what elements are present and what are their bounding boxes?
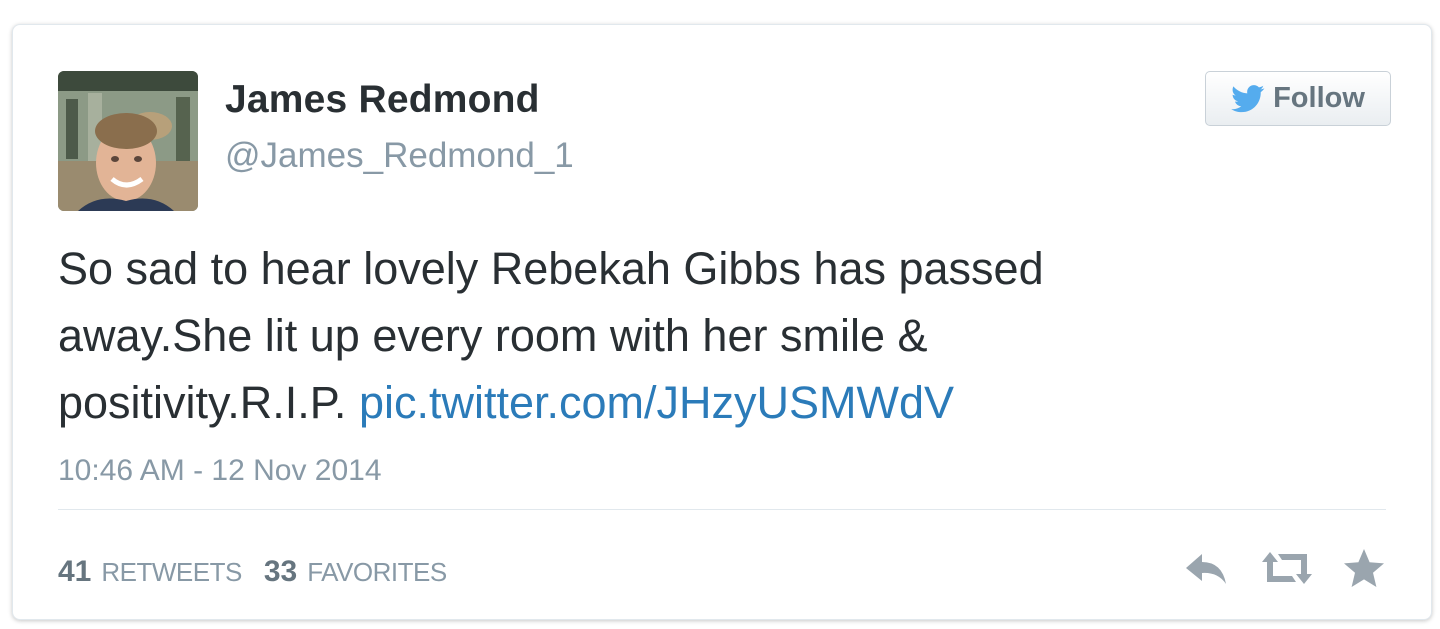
favorites-count: 33 <box>263 555 298 588</box>
author-handle[interactable]: @James_Redmond_1 <box>225 136 574 176</box>
author-name[interactable]: James Redmond <box>225 78 540 122</box>
favorites-stat[interactable]: 33 FAVORITES <box>264 555 447 589</box>
tweet-text-line-last: positivity.R.I.P. pic.twitter.com/JHzyUS… <box>58 369 1208 436</box>
retweets-count: 41 <box>58 555 92 588</box>
tweet-stats: 41 RETWEETS 33 FAVORITES <box>58 555 447 589</box>
tweet-text: So sad to hear lovely Rebekah Gibbs has … <box>58 235 1208 436</box>
reply-icon[interactable] <box>1182 548 1232 588</box>
retweet-icon[interactable] <box>1256 548 1318 588</box>
tweet-timestamp[interactable]: 10:46 AM - 12 Nov 2014 <box>58 454 382 488</box>
tweet-actions <box>1182 547 1386 589</box>
retweets-stat[interactable]: 41 RETWEETS <box>58 555 242 589</box>
tweet-text-line: away.She lit up every room with her smil… <box>58 310 928 361</box>
follow-label: Follow <box>1273 82 1365 114</box>
tweet-text-line: So sad to hear lovely Rebekah Gibbs has … <box>58 243 1044 294</box>
tweet-card: James Redmond @James_Redmond_1 Follow So… <box>12 24 1432 620</box>
favorites-label: FAVORITES <box>307 557 447 587</box>
star-icon[interactable] <box>1342 547 1386 589</box>
twitter-bird-icon <box>1231 84 1265 112</box>
avatar-photo-icon <box>58 71 198 211</box>
follow-button[interactable]: Follow <box>1205 71 1391 126</box>
avatar[interactable] <box>58 71 198 211</box>
tweet-text-line-content: positivity.R.I.P. <box>58 377 359 428</box>
retweets-label: RETWEETS <box>101 557 242 587</box>
pic-link[interactable]: pic.twitter.com/JHzyUSMWdV <box>359 377 954 428</box>
divider <box>58 509 1386 510</box>
